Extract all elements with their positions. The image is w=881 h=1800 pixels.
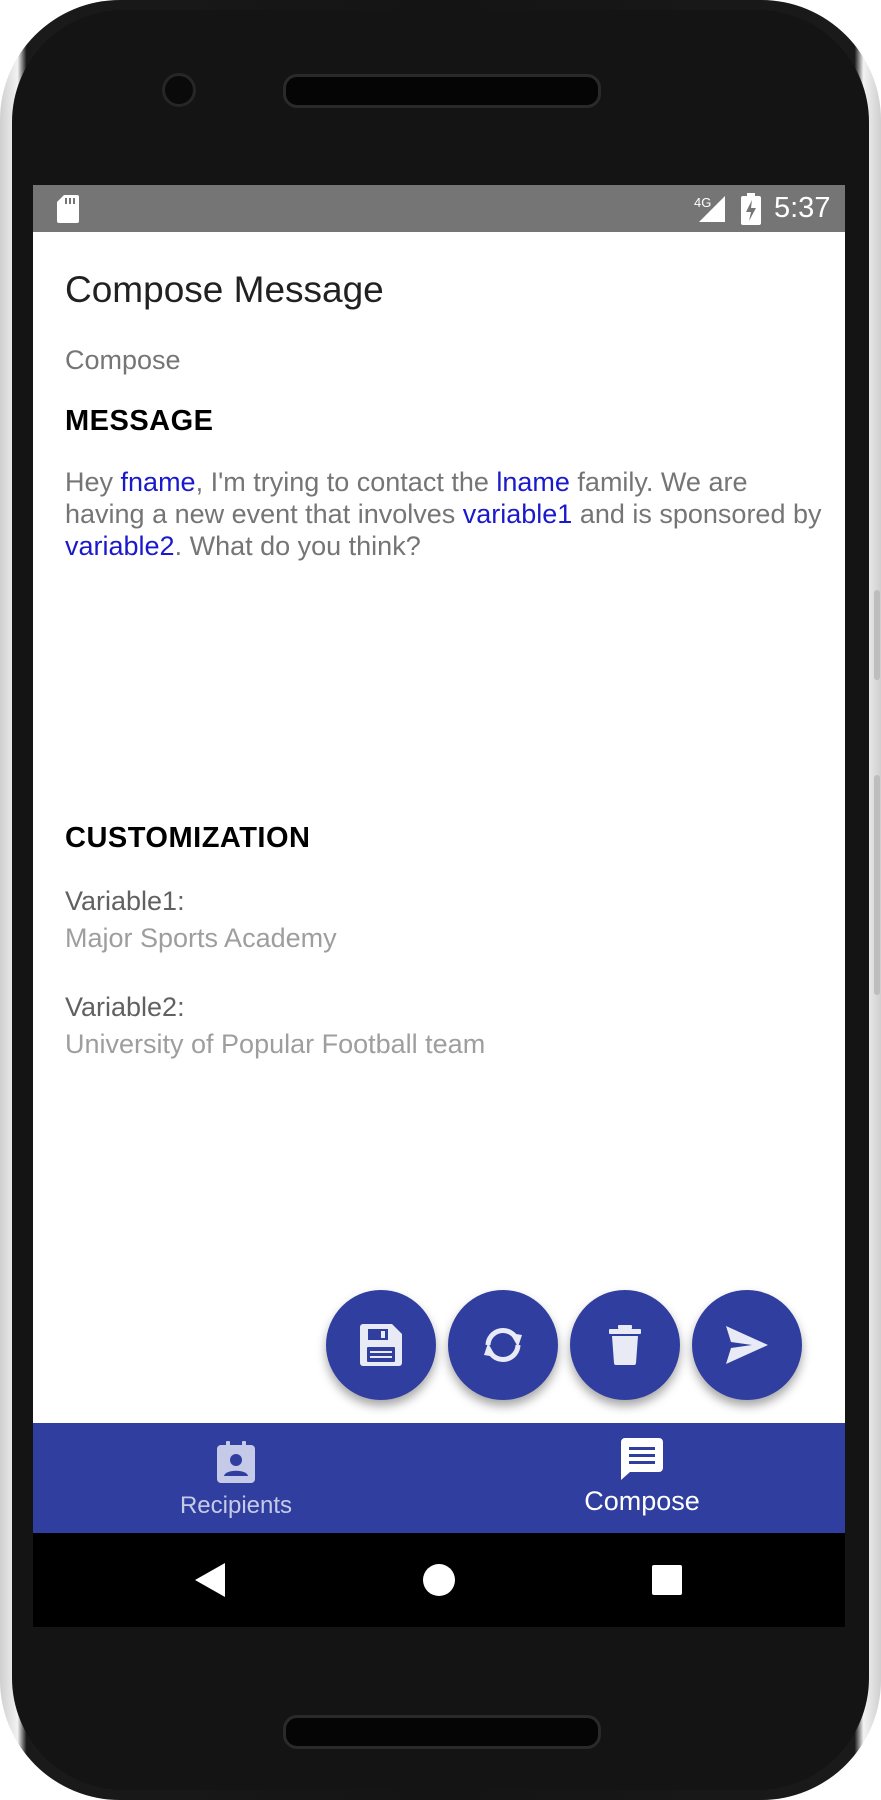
status-time: 5:37	[774, 192, 831, 224]
send-button[interactable]	[692, 1290, 802, 1400]
nav-label-compose: Compose	[584, 1486, 700, 1516]
message-variable-fname: fname	[120, 467, 196, 497]
nav-label-recipients: Recipients	[179, 1492, 293, 1519]
message-icon	[621, 1438, 663, 1480]
phone-frame: 4G 5:37 Compose Message Compose MESSAGE …	[0, 0, 881, 1800]
page-title: Compose Message	[65, 269, 384, 310]
recents-icon[interactable]	[652, 1565, 682, 1595]
bottom-speaker	[283, 1715, 601, 1749]
system-navigation-bar	[33, 1533, 845, 1627]
front-camera	[162, 73, 196, 107]
back-icon[interactable]	[195, 1563, 225, 1597]
signal-4g-icon: 4G	[694, 195, 725, 222]
nav-item-compose[interactable]: Compose	[439, 1423, 845, 1533]
screen: 4G 5:37 Compose Message Compose MESSAGE …	[33, 185, 845, 1627]
delete-icon	[609, 1325, 641, 1365]
refresh-button[interactable]	[448, 1290, 558, 1400]
network-type: 4G	[694, 195, 711, 210]
message-text: . What do you think?	[174, 531, 421, 561]
power-button	[874, 590, 880, 680]
variable1-field[interactable]: Major Sports Academy	[65, 923, 337, 954]
message-variable-lname: lname	[496, 467, 570, 497]
delete-button[interactable]	[570, 1290, 680, 1400]
save-button[interactable]	[326, 1290, 436, 1400]
volume-button	[874, 775, 880, 995]
send-icon	[726, 1326, 768, 1364]
variable2-field[interactable]: University of Popular Football team	[65, 1029, 485, 1060]
message-text: and is sponsored by	[572, 499, 822, 529]
message-variable-variable2: variable2	[65, 531, 175, 561]
customization-heading: CUSTOMIZATION	[65, 822, 311, 854]
sync-icon	[484, 1327, 522, 1363]
message-body[interactable]: Hey fname, I'm trying to contact the lna…	[65, 466, 825, 562]
contact-icon	[217, 1441, 255, 1483]
sd-card-icon	[57, 195, 79, 223]
earpiece-speaker	[283, 74, 601, 108]
message-text: Hey	[65, 467, 121, 497]
page-subtitle: Compose	[65, 345, 181, 375]
message-text: , I'm trying to contact the	[195, 467, 497, 497]
home-icon[interactable]	[422, 1563, 456, 1597]
status-bar: 4G 5:37	[33, 185, 845, 232]
variable2-label: Variable2:	[65, 992, 185, 1022]
save-icon	[360, 1324, 402, 1366]
message-heading: MESSAGE	[65, 405, 214, 437]
bottom-navigation: Recipients Compose	[33, 1423, 845, 1533]
battery-charging-icon	[741, 193, 761, 225]
message-variable-variable1: variable1	[462, 499, 573, 529]
variable1-label: Variable1:	[65, 886, 185, 916]
nav-item-recipients[interactable]: Recipients	[33, 1423, 439, 1533]
